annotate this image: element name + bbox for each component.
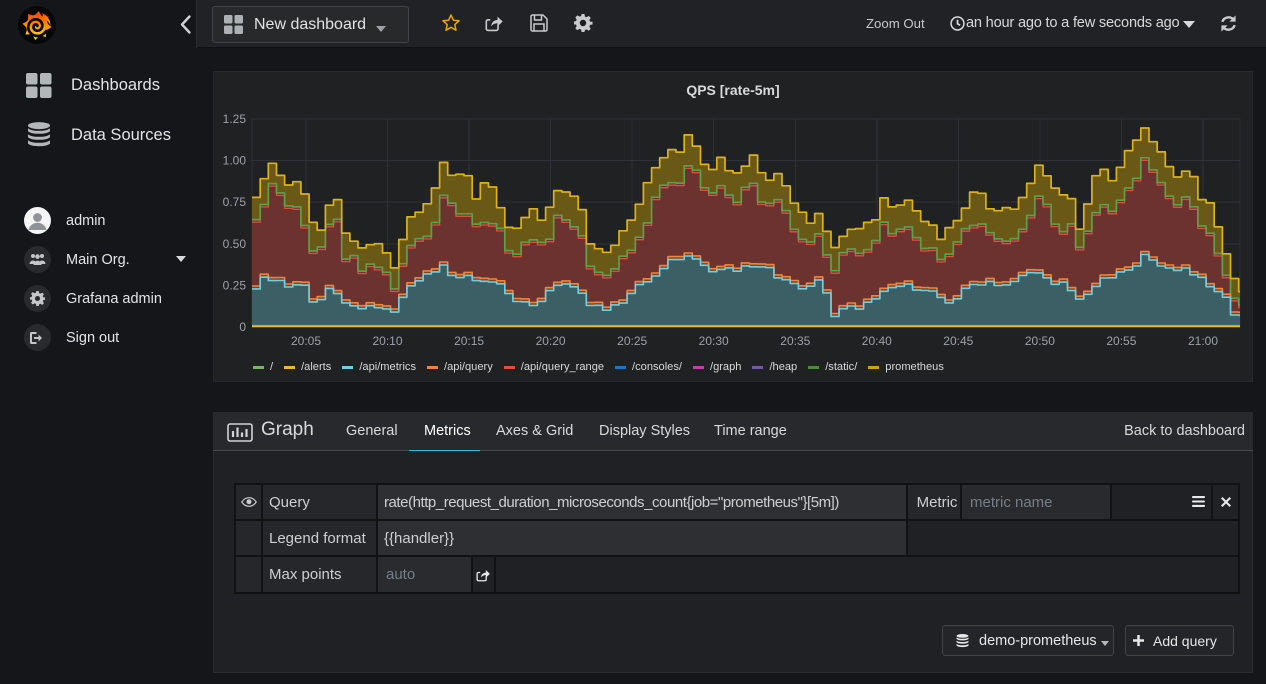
svg-text:0.25: 0.25 <box>223 278 247 292</box>
svg-text:20:35: 20:35 <box>780 334 810 348</box>
svg-text:20:25: 20:25 <box>617 334 647 348</box>
svg-text:20:30: 20:30 <box>699 334 729 348</box>
svg-text:20:05: 20:05 <box>291 334 321 348</box>
svg-text:0.75: 0.75 <box>223 195 247 209</box>
svg-text:0.50: 0.50 <box>223 237 247 251</box>
svg-text:20:15: 20:15 <box>454 334 484 348</box>
svg-text:1.00: 1.00 <box>223 154 247 168</box>
svg-text:20:45: 20:45 <box>943 334 973 348</box>
svg-text:20:40: 20:40 <box>862 334 892 348</box>
svg-text:20:20: 20:20 <box>536 334 566 348</box>
svg-text:21:00: 21:00 <box>1188 334 1218 348</box>
svg-text:20:55: 20:55 <box>1106 334 1136 348</box>
svg-text:20:50: 20:50 <box>1025 334 1055 348</box>
svg-text:1.25: 1.25 <box>223 112 247 126</box>
svg-text:0: 0 <box>239 320 246 334</box>
svg-text:20:10: 20:10 <box>372 334 402 348</box>
